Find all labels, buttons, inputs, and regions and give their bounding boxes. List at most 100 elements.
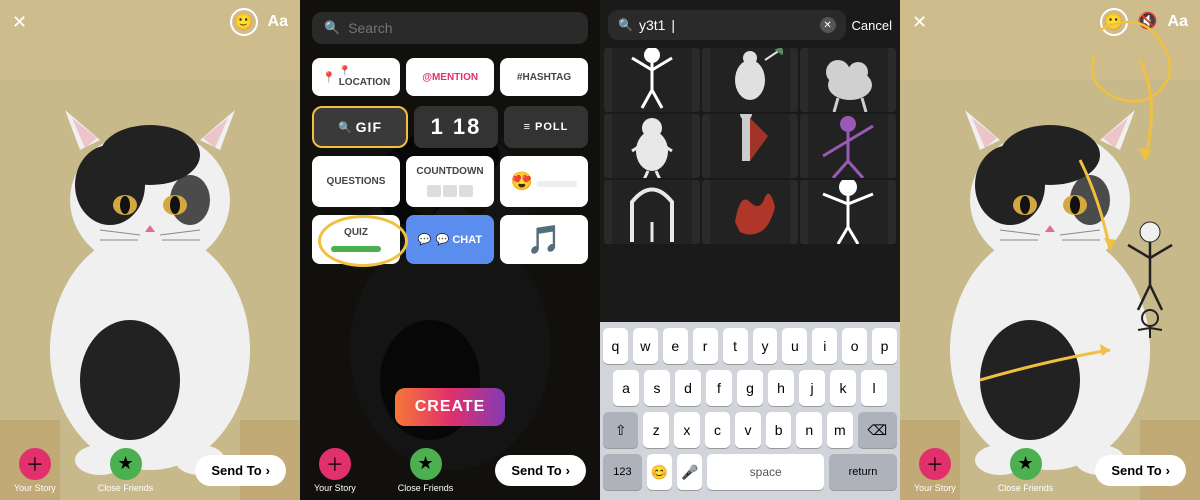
key-z[interactable]: z — [643, 412, 669, 448]
countdown-sticker[interactable]: COUNTDOWN — [406, 156, 494, 207]
hashtag-sticker[interactable]: #HASHTAG — [500, 58, 588, 96]
mute-icon-4[interactable]: 🔇 — [1138, 14, 1158, 30]
your-story-btn-2[interactable]: ＋ Your Story — [314, 448, 356, 493]
key-o[interactable]: o — [842, 328, 867, 364]
text-icon[interactable]: Aa — [268, 14, 288, 30]
key-e[interactable]: e — [663, 328, 688, 364]
key-i[interactable]: i — [812, 328, 837, 364]
key-q[interactable]: q — [603, 328, 628, 364]
key-numbers[interactable]: 123 — [603, 454, 642, 490]
top-bar-1: ✕ 🙂 Aa — [0, 0, 300, 44]
close-friends-btn[interactable]: ★ Close Friends — [98, 448, 154, 493]
key-m[interactable]: m — [827, 412, 853, 448]
gif-result-2[interactable] — [702, 48, 798, 112]
bottom-bar-1: ＋ Your Story ★ Close Friends Send To › — [0, 440, 300, 500]
sticker-search-bar[interactable]: 🔍 — [312, 12, 588, 44]
your-story-btn[interactable]: ＋ Your Story — [14, 448, 56, 493]
key-return[interactable]: return — [829, 454, 897, 490]
key-emoji[interactable]: 😊 — [647, 454, 672, 490]
key-space[interactable]: space — [707, 454, 824, 490]
key-mic[interactable]: 🎤 — [677, 454, 702, 490]
key-t[interactable]: t — [723, 328, 748, 364]
location-label: 📍 LOCATION — [339, 66, 390, 88]
gif-sticker[interactable]: 🔍 GIF — [312, 106, 408, 148]
poll-sticker[interactable]: ≡ POLL — [504, 106, 588, 148]
panel-2: 🔍 📍 📍 LOCATION @MENTION #HASHTAG 🔍 GIF — [300, 0, 600, 500]
send-to-button-4[interactable]: Send To › — [1095, 455, 1186, 486]
chat-sticker[interactable]: 💬 💬 CHAT — [406, 215, 494, 264]
search-icon: 🔍 — [324, 20, 340, 36]
close-friends-btn-2[interactable]: ★ Close Friends — [398, 448, 454, 493]
key-c[interactable]: c — [705, 412, 731, 448]
mention-label: @MENTION — [422, 72, 478, 83]
close-friends-icon-4: ★ — [1010, 448, 1042, 480]
stick-figure-sticker[interactable] — [1120, 220, 1180, 345]
your-story-label-2: Your Story — [314, 483, 356, 493]
key-d[interactable]: d — [675, 370, 701, 406]
location-sticker[interactable]: 📍 📍 LOCATION — [312, 58, 400, 96]
key-g[interactable]: g — [737, 370, 763, 406]
key-w[interactable]: w — [633, 328, 658, 364]
gif-result-3[interactable] — [800, 48, 896, 112]
panel-1: ✕ 🙂 Aa ＋ Your Story ★ Close Friends Send… — [0, 0, 300, 500]
mention-sticker[interactable]: @MENTION — [406, 58, 494, 96]
key-a[interactable]: a — [613, 370, 639, 406]
key-x[interactable]: x — [674, 412, 700, 448]
gif-label: GIF — [356, 119, 382, 135]
key-shift[interactable]: ⇧ — [603, 412, 638, 448]
countdown-label: COUNTDOWN — [416, 166, 483, 177]
key-b[interactable]: b — [766, 412, 792, 448]
key-p[interactable]: p — [872, 328, 897, 364]
sticker-search-input[interactable] — [348, 20, 576, 36]
gif-result-1[interactable] — [604, 48, 700, 112]
send-to-button[interactable]: Send To › — [195, 455, 286, 486]
key-j[interactable]: j — [799, 370, 825, 406]
gif-result-5[interactable] — [702, 114, 798, 178]
questions-label: QUESTIONS — [327, 176, 386, 187]
key-delete[interactable]: ⌫ — [858, 412, 897, 448]
keyboard-row-4: 123 😊 🎤 space return — [603, 454, 897, 490]
smiley-face-icon[interactable]: 🙂 — [230, 8, 258, 36]
time-label: 1 18 — [431, 114, 482, 140]
poll-label: POLL — [535, 121, 568, 133]
chat-label: 💬 CHAT — [436, 233, 483, 246]
keyboard-row-1: q w e r t y u i o p — [603, 328, 897, 364]
time-sticker[interactable]: 1 18 — [414, 106, 498, 148]
questions-sticker[interactable]: QUESTIONS — [312, 156, 400, 207]
close-friends-btn-4[interactable]: ★ Close Friends — [998, 448, 1054, 493]
key-u[interactable]: u — [782, 328, 807, 364]
close-icon-4[interactable]: ✕ — [912, 13, 927, 31]
key-s[interactable]: s — [644, 370, 670, 406]
slider-sticker[interactable]: 😍 — [500, 156, 588, 207]
key-y[interactable]: y — [753, 328, 778, 364]
key-v[interactable]: v — [735, 412, 761, 448]
key-f[interactable]: f — [706, 370, 732, 406]
key-k[interactable]: k — [830, 370, 856, 406]
quiz-sticker[interactable]: QUIZ — [312, 215, 400, 264]
top-bar-4: ✕ 🙂 🔇 Aa — [900, 0, 1200, 44]
clear-search-icon[interactable]: ✕ — [820, 17, 836, 33]
gif-result-7[interactable] — [604, 180, 700, 244]
keyboard: q w e r t y u i o p a s d f g h j k — [600, 322, 900, 500]
create-label: CREATE — [300, 384, 600, 430]
close-friends-label-4: Close Friends — [998, 483, 1054, 493]
close-friends-label-2: Close Friends — [398, 483, 454, 493]
music-sticker[interactable]: 🎵 — [500, 215, 588, 264]
gif-result-8[interactable] — [702, 180, 798, 244]
key-n[interactable]: n — [796, 412, 822, 448]
key-r[interactable]: r — [693, 328, 718, 364]
bottom-bar-4: ＋ Your Story ★ Close Friends Send To › — [900, 440, 1200, 500]
keyboard-row-2: a s d f g h j k l — [603, 370, 897, 406]
your-story-label-4: Your Story — [914, 483, 956, 493]
close-icon[interactable]: ✕ — [12, 13, 27, 31]
text-icon-4[interactable]: Aa — [1168, 14, 1188, 30]
gif-result-9[interactable] — [800, 180, 896, 244]
key-l[interactable]: l — [861, 370, 887, 406]
cancel-button[interactable]: Cancel — [852, 18, 892, 33]
smiley-face-icon-4[interactable]: 🙂 — [1100, 8, 1128, 36]
send-to-button-2[interactable]: Send To › — [495, 455, 586, 486]
key-h[interactable]: h — [768, 370, 794, 406]
your-story-btn-4[interactable]: ＋ Your Story — [914, 448, 956, 493]
gif-result-4[interactable] — [604, 114, 700, 178]
gif-result-6[interactable] — [800, 114, 896, 178]
